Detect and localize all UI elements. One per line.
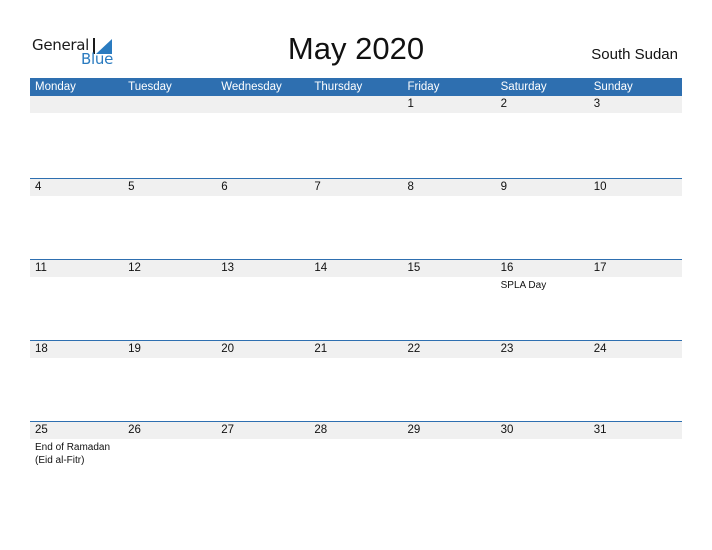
holiday-label: [309, 358, 402, 360]
weekday-tuesday: Tuesday: [128, 81, 172, 93]
day-number: 4: [35, 181, 42, 193]
day-number: 16: [500, 262, 514, 274]
holiday-label: [589, 439, 682, 467]
weekday-header: Monday Tuesday Wednesday Thursday Friday…: [30, 78, 682, 96]
day-number: 29: [407, 424, 421, 436]
holiday-label: [309, 196, 402, 198]
holiday-label: [589, 358, 682, 360]
day-number-bar: 1 2 3: [30, 96, 682, 113]
day-number: 28: [314, 424, 328, 436]
holiday-label: [496, 358, 589, 360]
day-number: 18: [35, 343, 48, 355]
day-number: 30: [500, 424, 514, 436]
holiday-label: End of Ramadan (Eid al-Fitr): [35, 442, 111, 466]
day-number: 12: [128, 262, 141, 274]
holiday-label: [123, 113, 216, 115]
holiday-label: [403, 439, 496, 467]
day-number: 9: [500, 181, 508, 193]
day-number: [216, 96, 309, 113]
holiday-label: [30, 358, 123, 360]
day-number: 1: [407, 98, 414, 110]
day-number: 26: [128, 424, 141, 436]
events-row: End of Ramadan (Eid al-Fitr): [30, 439, 682, 467]
day-number: [30, 96, 123, 113]
day-number: 15: [407, 262, 421, 274]
day-number: 17: [593, 262, 607, 274]
events-row: [30, 358, 682, 360]
day-number: 13: [221, 262, 235, 274]
holiday-label: [589, 277, 682, 292]
weekday-saturday: Saturday: [500, 81, 547, 93]
holiday-label: [496, 113, 589, 115]
day-number: 2: [500, 98, 508, 110]
events-row: SPLA Day: [30, 277, 682, 292]
weekday-thursday: Thursday: [314, 81, 363, 93]
holiday-label: [403, 113, 496, 115]
holiday-label: [123, 277, 216, 292]
day-number-bar: 18 19 20 21 22 23 24: [30, 341, 682, 358]
holiday-label: [403, 196, 496, 198]
day-number: 23: [500, 343, 514, 355]
holiday-label: [309, 277, 402, 292]
holiday-label: [30, 113, 123, 115]
calendar-grid: Monday Tuesday Wednesday Thursday Friday…: [30, 78, 682, 502]
holiday-label: [216, 277, 309, 292]
holiday-label: [309, 439, 402, 467]
day-number: 6: [221, 181, 228, 193]
week-row: 18 19 20 21 22 23 24: [30, 340, 682, 421]
weekday-wednesday: Wednesday: [221, 81, 282, 93]
events-row: [30, 196, 682, 198]
day-number: 10: [593, 181, 607, 193]
day-number: 11: [35, 262, 47, 274]
holiday-label: [589, 113, 682, 115]
day-number: 3: [593, 98, 601, 110]
week-row: 1 2 3: [30, 96, 682, 178]
events-row: [30, 113, 682, 115]
holiday-label: [216, 358, 309, 360]
holiday-label: [496, 439, 589, 467]
holiday-label: [403, 358, 496, 360]
day-number: 8: [407, 181, 414, 193]
holiday-label: [216, 196, 309, 198]
day-number: 25: [35, 424, 48, 436]
day-number: 27: [221, 424, 235, 436]
week-row: 25 26 27 28 29 30 31 End of Ramadan (Eid al-Fit…: [30, 421, 682, 502]
weekday-sunday: Sunday: [593, 81, 633, 93]
day-number: 5: [128, 181, 135, 193]
holiday-label: [589, 196, 682, 198]
day-number: 24: [593, 343, 607, 355]
weeks-container: 1 2 3 4 5 6 7 8 9 10 11 12 13 14 15 16 17 SPLA Day 18 19 20 2…: [30, 96, 682, 502]
country-label: South Sudan: [591, 46, 678, 63]
day-number: [123, 96, 216, 113]
day-number: 20: [221, 343, 235, 355]
weekday-monday: Monday: [35, 81, 76, 93]
holiday-label: [309, 113, 402, 115]
day-number: 22: [407, 343, 421, 355]
holiday-label: [123, 439, 216, 467]
week-row: 11 12 13 14 15 16 17 SPLA Day: [30, 259, 682, 340]
day-number: 31: [593, 424, 607, 436]
day-number-bar: 4 5 6 7 8 9 10: [30, 179, 682, 196]
holiday-label: [216, 113, 309, 115]
weekday-friday: Friday: [407, 81, 440, 93]
day-number: 21: [314, 343, 328, 355]
holiday-label: [123, 196, 216, 198]
day-number: 19: [128, 343, 141, 355]
day-number-bar: 11 12 13 14 15 16 17: [30, 260, 682, 277]
day-number: 7: [314, 181, 321, 193]
holiday-label: [216, 439, 309, 467]
week-row: 4 5 6 7 8 9 10: [30, 178, 682, 259]
holiday-label: [496, 196, 589, 198]
holiday-label: [403, 277, 496, 292]
day-number-bar: 25 26 27 28 29 30 31: [30, 422, 682, 439]
day-number: [309, 96, 402, 113]
holiday-label: SPLA Day: [500, 280, 547, 291]
holiday-label: [30, 277, 123, 292]
holiday-label: [123, 358, 216, 360]
holiday-label: [30, 196, 123, 198]
day-number: 14: [314, 262, 328, 274]
